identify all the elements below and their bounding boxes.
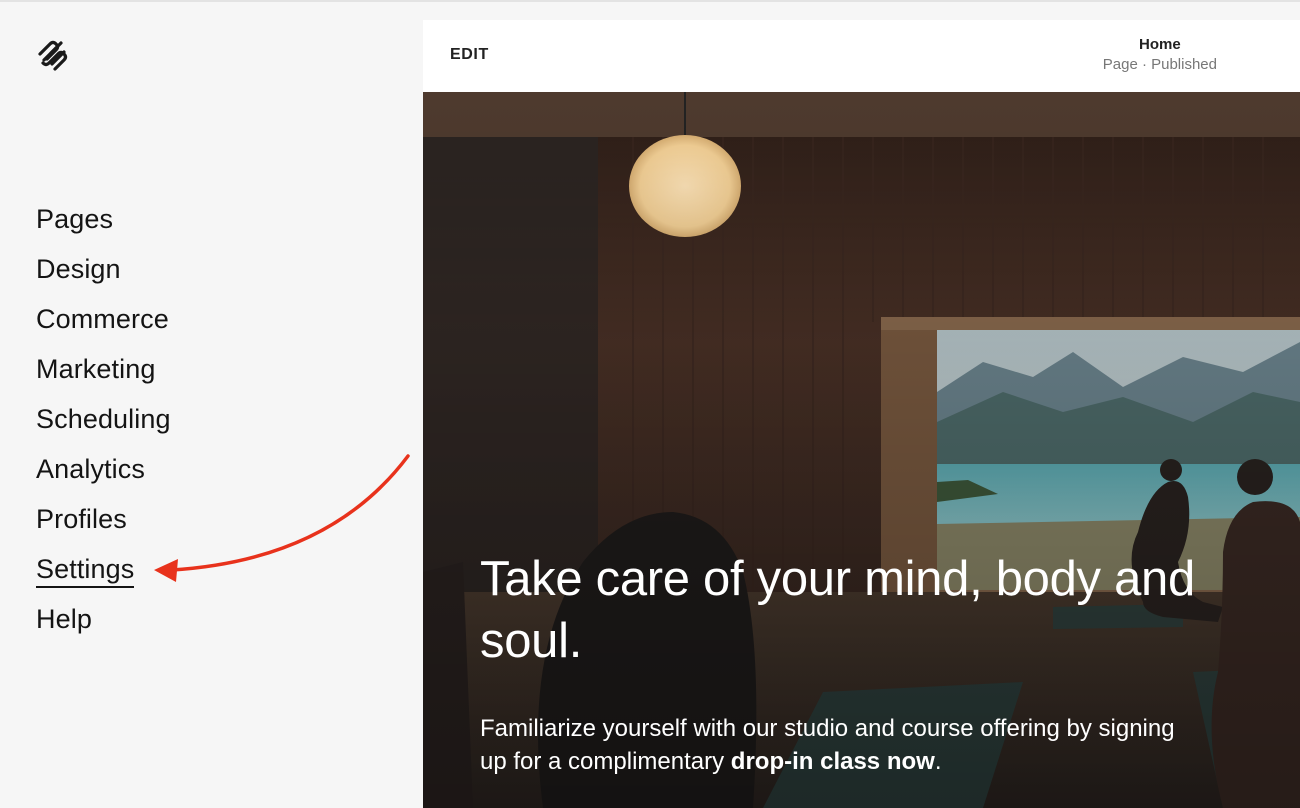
page-info: Home Page · Published (1103, 36, 1217, 76)
page-status: Page · Published (1102, 56, 1217, 73)
nav-item-commerce[interactable]: Commerce (36, 297, 171, 347)
hero-background-image (423, 92, 1300, 808)
nav-item-settings[interactable]: Settings (36, 547, 171, 597)
hero-section: Take care of your mind, body and soul. F… (423, 92, 1300, 808)
squarespace-logo-icon[interactable] (34, 40, 74, 72)
hero-headline: Take care of your mind, body and soul. (480, 552, 1195, 668)
drop-in-class-link[interactable]: drop-in class now (731, 748, 935, 775)
sidebar: Pages Design Commerce Marketing Scheduli… (0, 0, 410, 808)
nav-item-label: Commerce (36, 304, 169, 334)
nav-item-analytics[interactable]: Analytics (36, 447, 171, 497)
page-title: Home (1139, 36, 1181, 53)
nav-item-help[interactable]: Help (36, 597, 171, 647)
hero-body-end: . (934, 748, 942, 775)
nav-item-label: Marketing (36, 354, 156, 384)
nav-item-marketing[interactable]: Marketing (36, 347, 171, 397)
preview-header: EDIT Home Page · Published (423, 20, 1300, 93)
hero-body: Familiarize yourself with our studio and… (480, 712, 1200, 778)
nav-item-profiles[interactable]: Profiles (36, 497, 171, 547)
nav-item-label: Analytics (36, 454, 145, 484)
nav-item-label: Design (36, 254, 121, 284)
nav-item-label: Profiles (36, 504, 127, 534)
main-nav: Pages Design Commerce Marketing Scheduli… (36, 197, 171, 647)
nav-item-label: Settings (36, 554, 135, 588)
nav-item-design[interactable]: Design (36, 247, 171, 297)
nav-item-label: Scheduling (36, 404, 171, 434)
nav-item-label: Pages (36, 204, 114, 234)
nav-item-label: Help (36, 604, 92, 634)
edit-button[interactable]: EDIT (450, 46, 489, 64)
nav-item-pages[interactable]: Pages (36, 197, 171, 247)
site-preview: EDIT Home Page · Published Take care of … (423, 20, 1300, 808)
nav-item-scheduling[interactable]: Scheduling (36, 397, 171, 447)
